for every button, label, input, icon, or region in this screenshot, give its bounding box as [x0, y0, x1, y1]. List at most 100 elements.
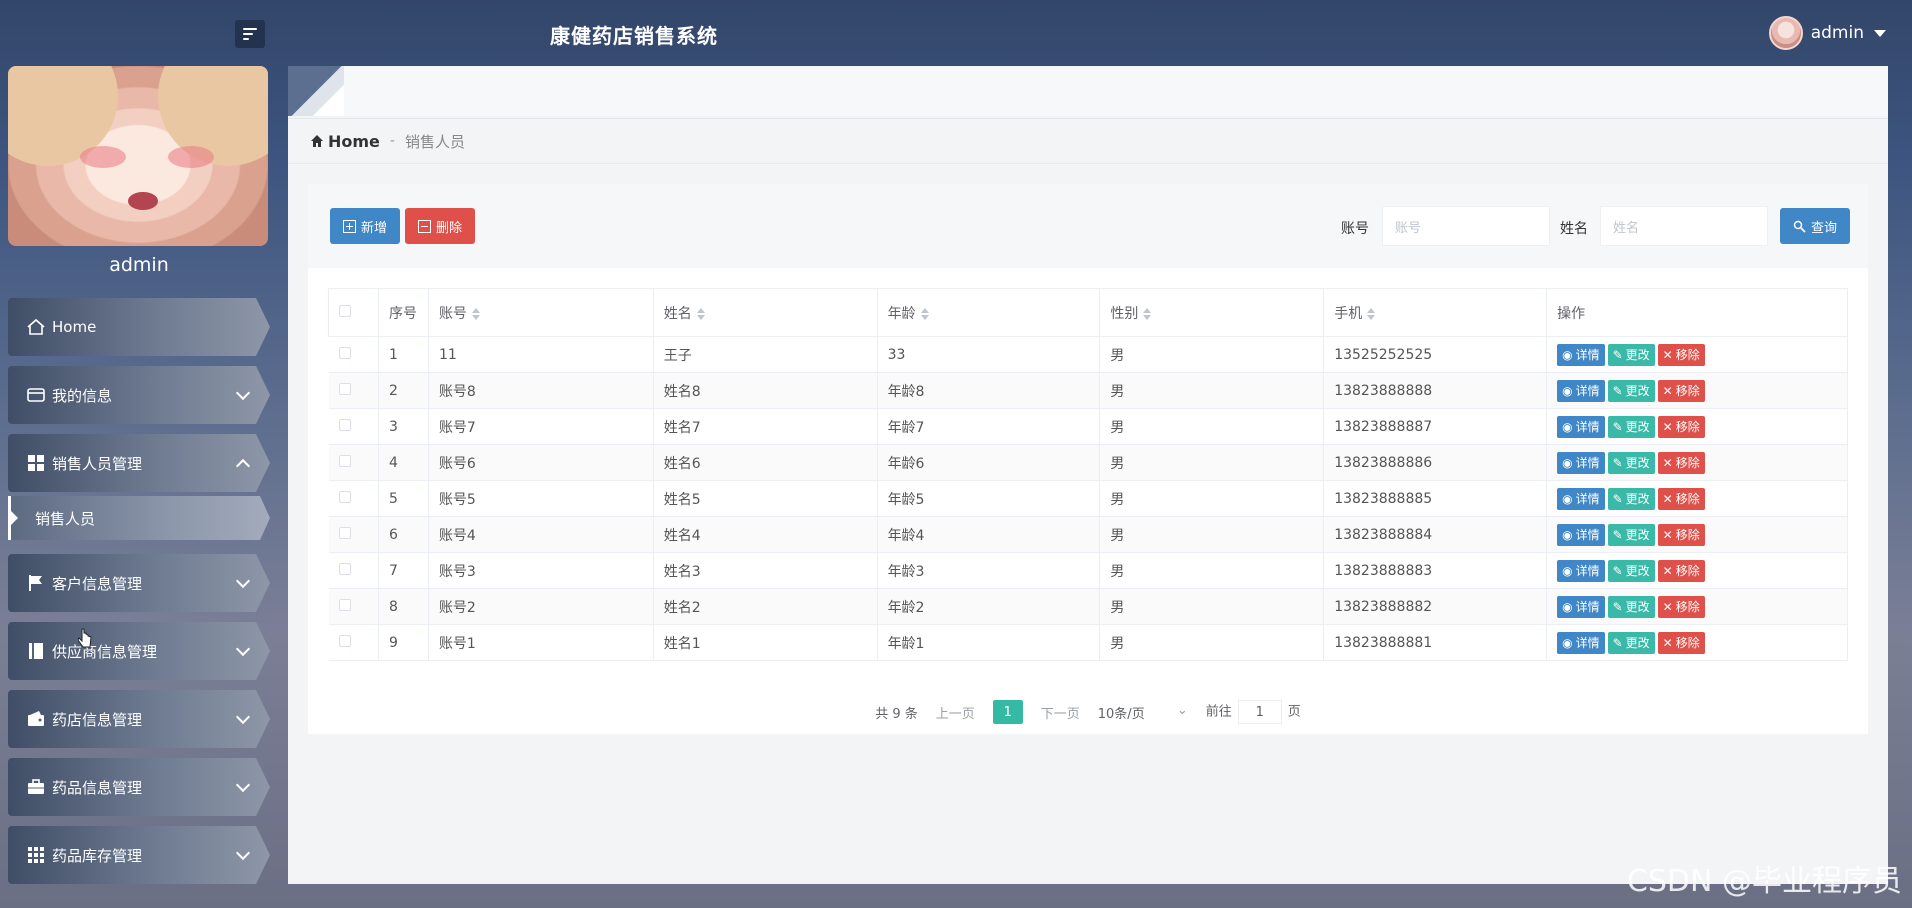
- sidebar-item-customer-mgmt[interactable]: 客户信息管理: [8, 554, 270, 612]
- sidebar-toggle-button[interactable]: [235, 20, 265, 48]
- column-header-phone[interactable]: 手机: [1323, 288, 1548, 337]
- sort-icon[interactable]: [1367, 307, 1376, 320]
- edit-button[interactable]: ✎ 更改: [1607, 415, 1655, 438]
- chevron-down-icon: [235, 845, 251, 861]
- cell-account: 账号6: [428, 444, 654, 481]
- sort-icon[interactable]: [1143, 307, 1152, 320]
- view-button[interactable]: ◉ 详情: [1557, 595, 1605, 618]
- sidebar-item-home[interactable]: Home: [8, 298, 270, 356]
- toolbar: 新增 删除 账号 账号 姓名 姓名 查询: [308, 184, 1868, 268]
- remove-button[interactable]: ✕ 移除: [1657, 415, 1705, 438]
- cell-phone: 13823888887: [1323, 408, 1548, 445]
- name-input[interactable]: 姓名: [1600, 206, 1768, 246]
- eye-icon: ◉: [1562, 635, 1573, 650]
- prev-page-button[interactable]: 上一页: [936, 703, 975, 722]
- close-icon: ✕: [1662, 563, 1673, 578]
- sidebar-subitem-sales-staff[interactable]: 销售人员: [8, 496, 270, 540]
- eye-icon: ◉: [1562, 419, 1573, 434]
- book-icon: [26, 641, 46, 661]
- sidebar-item-supplier-mgmt[interactable]: 供应商信息管理: [8, 622, 270, 680]
- column-header-account[interactable]: 账号: [428, 288, 654, 337]
- account-input[interactable]: 账号: [1382, 206, 1550, 246]
- remove-button[interactable]: ✕ 移除: [1657, 343, 1705, 366]
- view-button[interactable]: ◉ 详情: [1557, 631, 1605, 654]
- edit-icon: ✎: [1612, 635, 1623, 650]
- sidebar-item-sales-staff-mgmt[interactable]: 销售人员管理: [8, 434, 270, 492]
- caret-down-icon[interactable]: [1874, 29, 1886, 37]
- sidebar-item-label: Home: [52, 318, 97, 336]
- user-name[interactable]: admin: [1811, 23, 1864, 43]
- row-checkbox[interactable]: [328, 516, 379, 553]
- add-button[interactable]: 新增: [330, 208, 400, 244]
- current-page-button[interactable]: 1: [992, 700, 1023, 724]
- row-checkbox[interactable]: [328, 552, 379, 589]
- edit-button[interactable]: ✎ 更改: [1607, 559, 1655, 582]
- chevron-down-icon: [235, 573, 251, 589]
- delete-button[interactable]: 删除: [405, 208, 475, 244]
- edit-button[interactable]: ✎ 更改: [1607, 487, 1655, 510]
- edit-icon: ✎: [1612, 419, 1623, 434]
- card-icon: [26, 385, 46, 405]
- edit-button[interactable]: ✎ 更改: [1607, 451, 1655, 474]
- close-icon: ✕: [1662, 383, 1673, 398]
- sidebar-item-drug-info-mgmt[interactable]: 药品信息管理: [8, 758, 270, 816]
- sort-icon[interactable]: [920, 307, 929, 320]
- edit-button[interactable]: ✎ 更改: [1607, 379, 1655, 402]
- row-checkbox[interactable]: [328, 336, 379, 373]
- sidebar-item-pharmacy-mgmt[interactable]: 药店信息管理: [8, 690, 270, 748]
- breadcrumb-home[interactable]: Home: [310, 132, 380, 151]
- cell-gender: 男: [1099, 516, 1325, 553]
- row-checkbox[interactable]: [328, 624, 379, 661]
- column-header-name[interactable]: 姓名: [653, 288, 878, 337]
- row-checkbox[interactable]: [328, 588, 379, 625]
- edit-button[interactable]: ✎ 更改: [1607, 631, 1655, 654]
- breadcrumb-current: 销售人员: [404, 132, 465, 151]
- cell-phone: 13823888886: [1323, 444, 1548, 481]
- column-header-age[interactable]: 年龄: [877, 288, 1101, 337]
- row-checkbox[interactable]: [328, 444, 379, 481]
- cell-phone: 13823888883: [1323, 552, 1548, 589]
- name-label: 姓名: [1560, 221, 1588, 237]
- page-curl-decoration: [288, 66, 344, 116]
- row-checkbox[interactable]: [328, 372, 379, 409]
- view-button[interactable]: ◉ 详情: [1557, 559, 1605, 582]
- sort-icon[interactable]: [471, 307, 480, 320]
- column-header-index: 序号: [378, 288, 429, 337]
- avatar[interactable]: [1768, 16, 1803, 50]
- view-button[interactable]: ◉ 详情: [1557, 451, 1605, 474]
- next-page-button[interactable]: 下一页: [1041, 703, 1080, 722]
- view-button[interactable]: ◉ 详情: [1557, 487, 1605, 510]
- cell-actions: ◉ 详情 ✎ 更改 ✕ 移除: [1546, 372, 1848, 409]
- sidebar-item-drug-stock-mgmt[interactable]: 药品库存管理: [8, 826, 270, 884]
- view-button[interactable]: ◉ 详情: [1557, 415, 1605, 438]
- remove-button[interactable]: ✕ 移除: [1657, 379, 1705, 402]
- remove-button[interactable]: ✕ 移除: [1657, 559, 1705, 582]
- remove-button[interactable]: ✕ 移除: [1657, 451, 1705, 474]
- page-size-select[interactable]: 10条/页 ⌄: [1098, 703, 1188, 722]
- view-button[interactable]: ◉ 详情: [1557, 379, 1605, 402]
- goto-page-input[interactable]: 1: [1237, 700, 1282, 724]
- edit-button[interactable]: ✎ 更改: [1607, 343, 1655, 366]
- breadcrumb: Home - 销售人员: [288, 118, 1888, 164]
- edit-button[interactable]: ✎ 更改: [1607, 595, 1655, 618]
- cell-account: 账号3: [428, 552, 654, 589]
- edit-button[interactable]: ✎ 更改: [1607, 523, 1655, 546]
- cell-age: 年龄2: [877, 588, 1101, 625]
- watermark: CSDN @毕业程序员: [1626, 864, 1902, 899]
- remove-button[interactable]: ✕ 移除: [1657, 487, 1705, 510]
- cell-actions: ◉ 详情 ✎ 更改 ✕ 移除: [1546, 552, 1848, 589]
- column-header-gender[interactable]: 性别: [1099, 288, 1325, 337]
- row-checkbox[interactable]: [328, 408, 379, 445]
- remove-button[interactable]: ✕ 移除: [1657, 631, 1705, 654]
- sort-icon[interactable]: [696, 307, 705, 320]
- row-checkbox[interactable]: [328, 480, 379, 517]
- select-all-checkbox[interactable]: [328, 288, 379, 337]
- view-button[interactable]: ◉ 详情: [1557, 343, 1605, 366]
- sidebar-item-label: 药品信息管理: [52, 778, 143, 797]
- sidebar-item-my-info[interactable]: 我的信息: [8, 366, 270, 424]
- remove-button[interactable]: ✕ 移除: [1657, 595, 1705, 618]
- search-button[interactable]: 查询: [1780, 208, 1850, 244]
- remove-button[interactable]: ✕ 移除: [1657, 523, 1705, 546]
- user-menu[interactable]: admin: [1768, 16, 1886, 50]
- view-button[interactable]: ◉ 详情: [1557, 523, 1605, 546]
